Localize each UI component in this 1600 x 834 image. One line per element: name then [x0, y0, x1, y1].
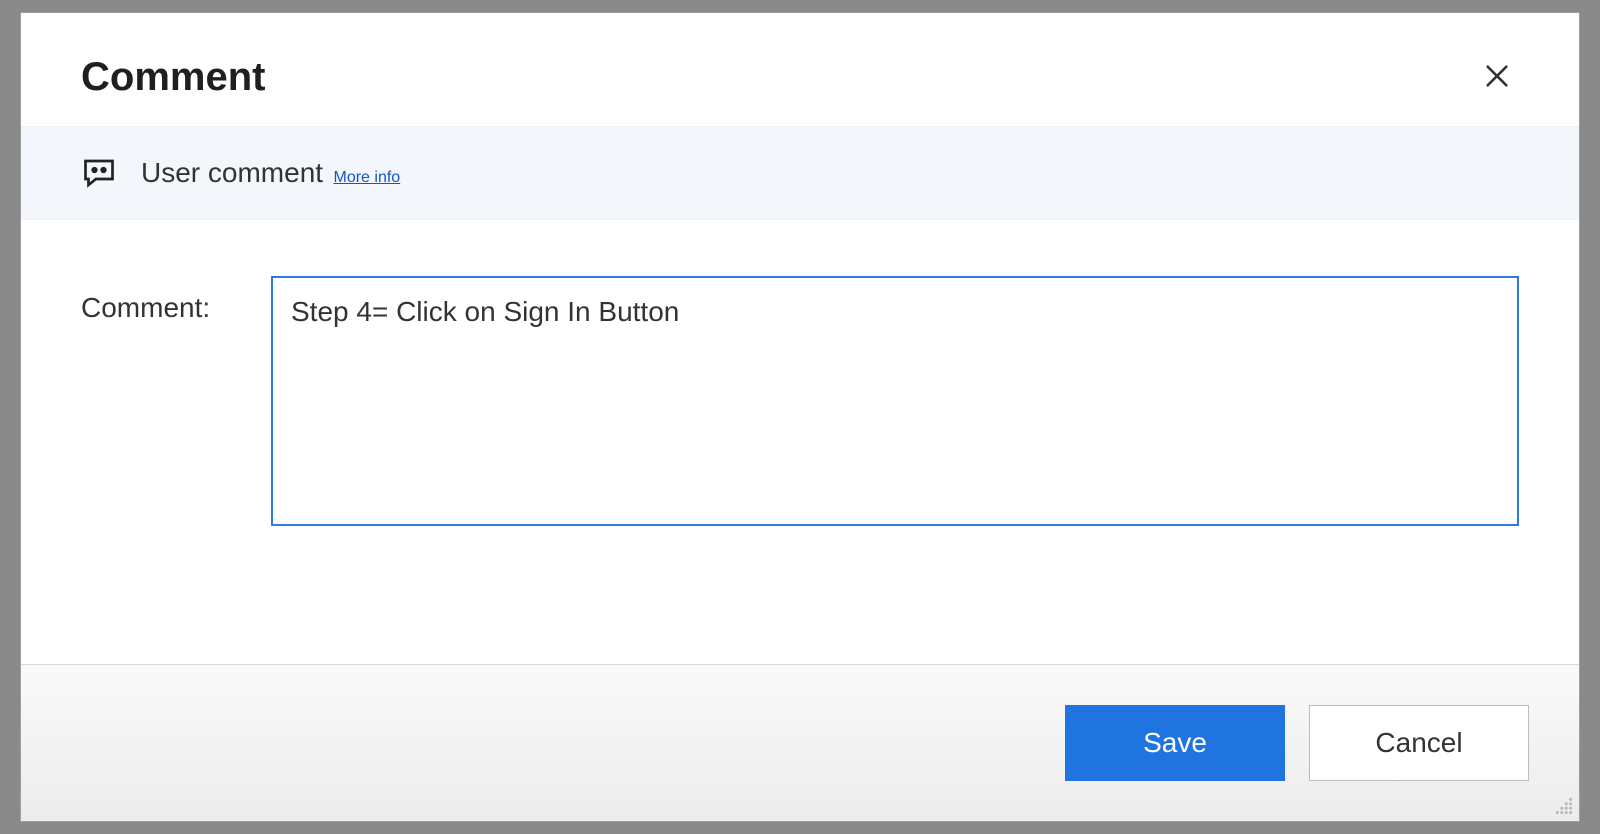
- dialog-title: Comment: [81, 55, 265, 100]
- dialog-body: Comment:: [21, 220, 1579, 664]
- close-button[interactable]: [1475, 56, 1519, 100]
- dialog-footer: Save Cancel: [21, 664, 1579, 821]
- save-button[interactable]: Save: [1065, 705, 1285, 781]
- comment-field-label: Comment:: [81, 276, 231, 324]
- close-icon: [1483, 62, 1511, 93]
- comment-bubble-icon: [81, 155, 117, 191]
- resize-grip-icon[interactable]: [1553, 795, 1575, 817]
- dialog-header: Comment: [21, 13, 1579, 126]
- info-label: User comment: [141, 157, 323, 188]
- more-info-link[interactable]: More info: [334, 169, 401, 186]
- cancel-button[interactable]: Cancel: [1309, 705, 1529, 781]
- info-bar: User comment More info: [21, 126, 1579, 220]
- info-text-container: User comment More info: [141, 157, 400, 189]
- comment-textarea[interactable]: [271, 276, 1519, 526]
- comment-dialog: Comment User comment More info Comment:: [20, 12, 1580, 822]
